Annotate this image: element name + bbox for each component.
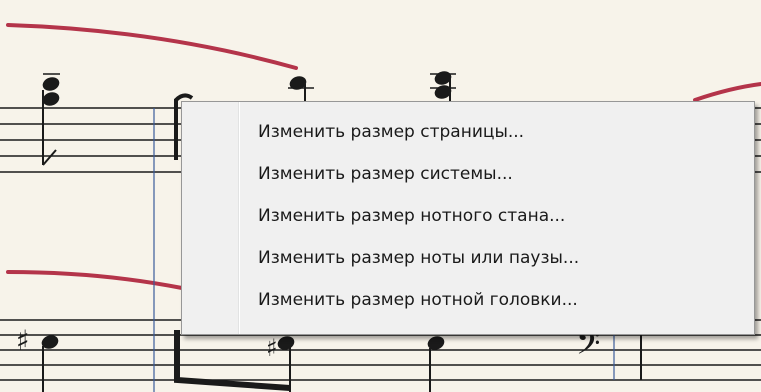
slur	[693, 82, 761, 102]
slur	[6, 23, 298, 70]
menu-item-resize-staff[interactable]: Изменить размер нотного стана...	[185, 197, 751, 238]
sharp-icon: ♯	[266, 334, 278, 362]
note-chord	[288, 76, 314, 101]
menu-item-resize-system[interactable]: Изменить размер системы...	[185, 155, 751, 196]
note	[277, 336, 295, 392]
slur	[6, 270, 184, 290]
menu-item-resize-page[interactable]: Изменить размер страницы...	[185, 113, 751, 154]
menu-item-label: Изменить размер ноты или паузы...	[258, 248, 580, 268]
menu-item-label: Изменить размер нотной головки...	[258, 290, 578, 310]
note-chord	[42, 73, 60, 166]
menu-item-label: Изменить размер нотного стана...	[258, 206, 566, 226]
sharp-icon: ♯	[16, 324, 30, 357]
menu-item-resize-notehead[interactable]: Изменить размер нотной головки...	[185, 281, 751, 322]
menu-item-label: Изменить размер страницы...	[258, 122, 525, 142]
menu-item-label: Изменить размер системы...	[258, 164, 513, 184]
note	[427, 336, 445, 392]
note	[41, 335, 59, 392]
note-chord	[430, 71, 456, 101]
menu-item-resize-note-or-rest[interactable]: Изменить размер ноты или паузы...	[185, 239, 751, 280]
context-menu: Изменить размер страницы... Изменить раз…	[181, 101, 755, 335]
